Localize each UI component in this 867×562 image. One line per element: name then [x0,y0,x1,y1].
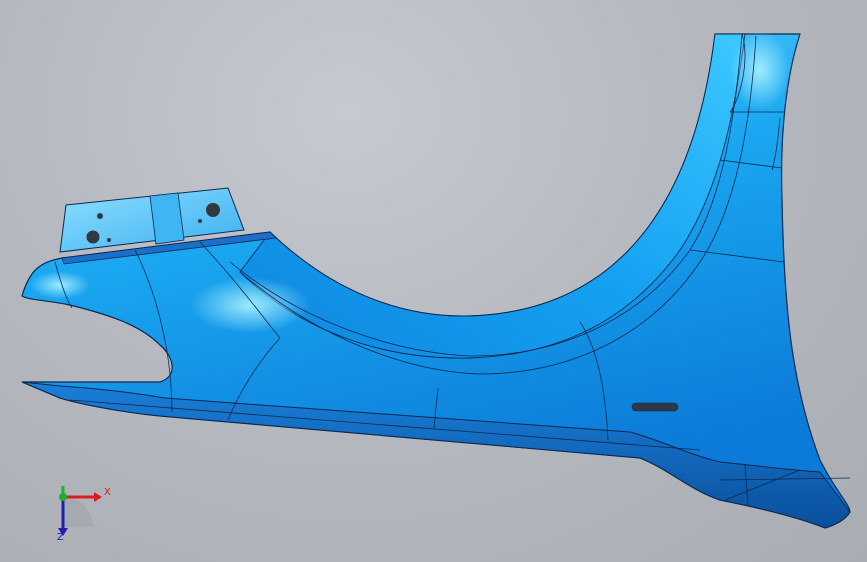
side-slot [631,402,679,412]
bolt-hole [97,213,103,219]
triad-origin [59,493,67,501]
triad-axes [58,486,102,536]
bolt-hole [206,203,220,217]
triad-plane [63,497,93,527]
bolt-hole [107,238,111,242]
surface-highlight [30,271,90,299]
x-axis-head [94,492,102,502]
x-axis-label: X [104,487,111,498]
graphics-viewport[interactable]: X Z [0,0,867,562]
surface-highlight [190,277,310,333]
fender-model[interactable] [0,0,867,562]
z-axis-label: Z [57,532,64,543]
coordinate-triad: X Z [44,480,124,550]
bolt-hole [198,219,202,223]
bolt-hole [86,230,100,244]
